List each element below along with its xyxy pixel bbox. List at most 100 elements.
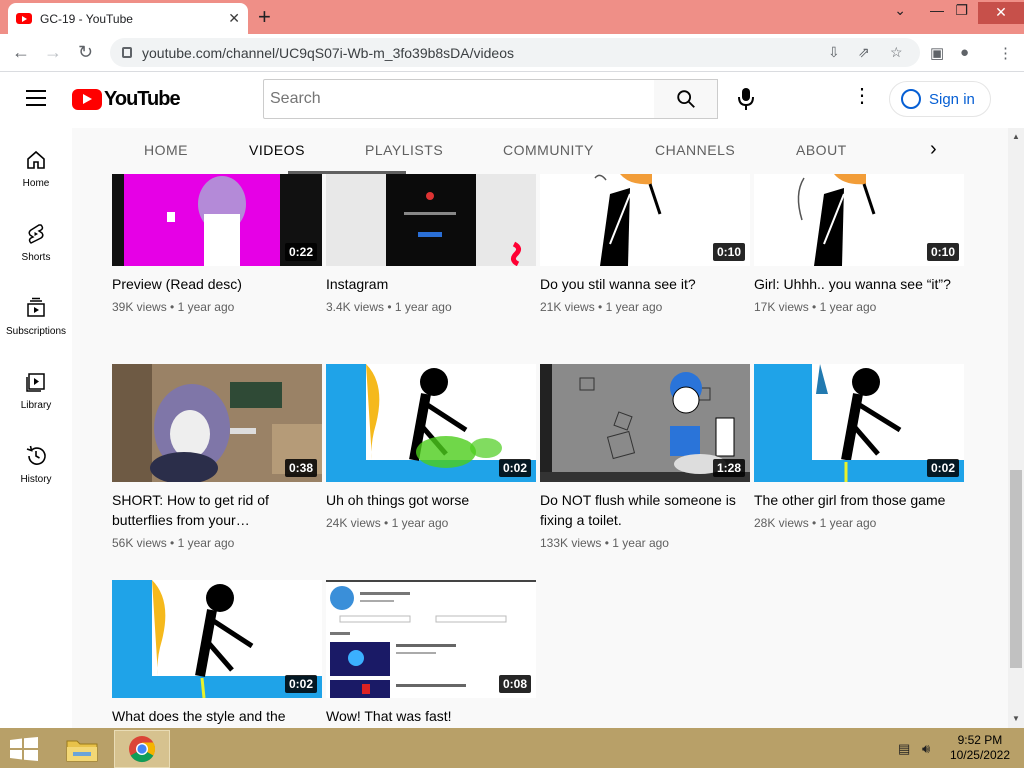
video-thumbnail[interactable] xyxy=(326,174,536,266)
browser-tab[interactable]: GC-19 - YouTube ✕ xyxy=(8,3,248,34)
sidebar-item-subscriptions[interactable]: Subscriptions xyxy=(0,296,72,337)
video-title[interactable]: Girl: Uhhh.. you wanna see “it”? xyxy=(754,274,964,294)
sign-in-button[interactable]: Sign in xyxy=(889,81,991,117)
video-thumbnail[interactable]: 1:28 xyxy=(540,364,750,482)
restore-icon[interactable]: ❐ xyxy=(955,2,968,19)
youtube-favicon-icon xyxy=(16,13,32,24)
chrome-menu-icon[interactable]: ⋮ xyxy=(998,44,1013,62)
windows-start-icon[interactable] xyxy=(10,737,38,761)
profile-icon[interactable]: ● xyxy=(960,44,969,61)
reload-icon[interactable]: ↻ xyxy=(78,42,93,63)
close-window-icon[interactable]: ✕ xyxy=(978,2,1024,24)
tab-search-icon[interactable]: ⌄ xyxy=(894,2,906,19)
settings-menu-icon[interactable]: ⋮ xyxy=(852,86,872,106)
video-card[interactable]: 0:22 Preview (Read desc) 39K views • 1 y… xyxy=(112,174,322,314)
video-card[interactable]: 0:08 Wow! That was fast! xyxy=(326,580,536,726)
video-title[interactable]: Wow! That was fast! xyxy=(326,706,536,726)
video-thumbnail[interactable]: 0:10 xyxy=(754,174,964,266)
voice-search-button[interactable] xyxy=(733,84,759,114)
side-panel-icon[interactable]: ▣ xyxy=(930,44,944,62)
duration-badge: 0:22 xyxy=(284,243,317,261)
meta-separator: • xyxy=(812,300,817,314)
sidebar-item-label: Subscriptions xyxy=(5,326,67,337)
video-title[interactable]: Do NOT flush while someone is fixing a t… xyxy=(540,490,750,530)
video-card[interactable]: 0:02 The other girl from those game 28K … xyxy=(754,364,964,530)
file-explorer-button[interactable] xyxy=(54,730,110,768)
video-card[interactable]: 0:38 SHORT: How to get rid of butterflie… xyxy=(112,364,322,550)
search-input[interactable] xyxy=(270,90,654,108)
address-bar[interactable]: youtube.com/channel/UC9qS07i-Wb-m_3fo39b… xyxy=(110,38,920,67)
forward-icon[interactable]: → xyxy=(44,42,62,63)
tab-channels[interactable]: CHANNELS xyxy=(655,142,735,158)
lock-icon[interactable] xyxy=(122,47,132,58)
video-meta: 17K views • 1 year ago xyxy=(754,300,964,314)
video-thumbnail[interactable]: 0:02 xyxy=(754,364,964,482)
scrollbar-thumb[interactable] xyxy=(1010,470,1022,668)
microphone-icon xyxy=(738,88,754,110)
tab-community[interactable]: COMMUNITY xyxy=(503,142,594,158)
video-card[interactable]: 1:28 Do NOT flush while someone is fixin… xyxy=(540,364,750,550)
chrome-taskbar-button[interactable] xyxy=(114,730,170,768)
duration-badge: 0:08 xyxy=(498,675,531,693)
sidebar-item-home[interactable]: Home xyxy=(0,148,72,189)
video-title[interactable]: Do you stil wanna see it? xyxy=(540,274,750,294)
volume-icon[interactable]: 🔊︎ xyxy=(922,741,930,757)
video-thumbnail[interactable]: 0:22 xyxy=(112,174,322,266)
search-box[interactable] xyxy=(263,79,655,119)
account-icon xyxy=(901,89,921,109)
tab-home[interactable]: HOME xyxy=(144,142,188,158)
sidebar-item-label: Shorts xyxy=(21,252,51,263)
url-text: youtube.com/channel/UC9qS07i-Wb-m_3fo39b… xyxy=(142,44,514,61)
video-thumbnail[interactable]: 0:08 xyxy=(326,580,536,698)
video-title[interactable]: Preview (Read desc) xyxy=(112,274,322,294)
upload-age: 1 year ago xyxy=(612,536,669,550)
sidebar-item-label: Home xyxy=(22,178,50,189)
video-title[interactable]: The other girl from those game xyxy=(754,490,964,510)
close-tab-icon[interactable]: ✕ xyxy=(228,10,240,27)
new-tab-button[interactable]: + xyxy=(258,4,271,30)
video-title[interactable]: SHORT: How to get rid of butterflies fro… xyxy=(112,490,322,530)
tab-videos[interactable]: VIDEOS xyxy=(249,142,305,158)
video-card[interactable]: Instagram 3.4K views • 1 year ago xyxy=(326,174,536,314)
search-button[interactable] xyxy=(654,79,718,119)
scroll-up-icon[interactable]: ▲ xyxy=(1012,132,1020,141)
tab-about[interactable]: ABOUT xyxy=(796,142,847,158)
youtube-logo[interactable]: YouTube xyxy=(72,88,181,111)
upload-age: 1 year ago xyxy=(177,536,235,550)
clock-date: 10/25/2022 xyxy=(949,748,1010,762)
video-title[interactable]: Uh oh things got worse xyxy=(326,490,536,510)
install-icon[interactable]: ⇩ xyxy=(828,44,840,61)
menu-icon[interactable] xyxy=(26,90,46,106)
youtube-masthead: YouTube ⋮ Sign in xyxy=(0,72,1024,128)
video-title[interactable]: What does the style and the xyxy=(112,706,322,726)
video-card[interactable]: 0:10 Girl: Uhhh.. you wanna see “it”? 17… xyxy=(754,174,964,314)
back-icon[interactable]: ← xyxy=(12,42,30,63)
share-icon[interactable]: ⇗ xyxy=(858,44,870,61)
video-card[interactable]: 0:10 Do you stil wanna see it? 21K views… xyxy=(540,174,750,314)
video-meta: 56K views • 1 year ago xyxy=(112,536,322,550)
page-scrollbar[interactable]: ▲ ▼ xyxy=(1008,128,1024,728)
chrome-icon xyxy=(129,736,156,763)
video-card[interactable]: 0:02 What does the style and the xyxy=(112,580,322,726)
upload-age: 1 year ago xyxy=(819,300,877,314)
video-title[interactable]: Instagram xyxy=(326,274,536,294)
duration-badge: 0:02 xyxy=(284,675,317,693)
chevron-right-icon[interactable]: › xyxy=(930,138,937,161)
video-thumbnail[interactable]: 0:10 xyxy=(540,174,750,266)
video-thumbnail[interactable]: 0:02 xyxy=(326,364,536,482)
sidebar-item-shorts[interactable]: Shorts xyxy=(0,222,72,263)
minimize-icon[interactable]: — xyxy=(930,2,944,18)
scroll-down-icon[interactable]: ▼ xyxy=(1012,714,1020,723)
tab-playlists[interactable]: PLAYLISTS xyxy=(365,142,443,158)
network-icon[interactable]: ▤ xyxy=(898,741,910,757)
bookmark-star-icon[interactable]: ☆ xyxy=(890,44,903,61)
video-thumbnail[interactable]: 0:02 xyxy=(112,580,322,698)
sidebar-item-history[interactable]: History xyxy=(0,444,72,485)
duration-badge: 0:02 xyxy=(926,459,959,477)
history-icon xyxy=(26,445,46,465)
video-card[interactable]: 0:02 Uh oh things got worse 24K views • … xyxy=(326,364,536,530)
video-thumbnail[interactable]: 0:38 xyxy=(112,364,322,482)
system-clock[interactable]: 9:52 PM 10/25/2022 xyxy=(950,733,1010,763)
sidebar-item-library[interactable]: Library xyxy=(0,370,72,411)
duration-badge: 0:10 xyxy=(712,243,745,261)
